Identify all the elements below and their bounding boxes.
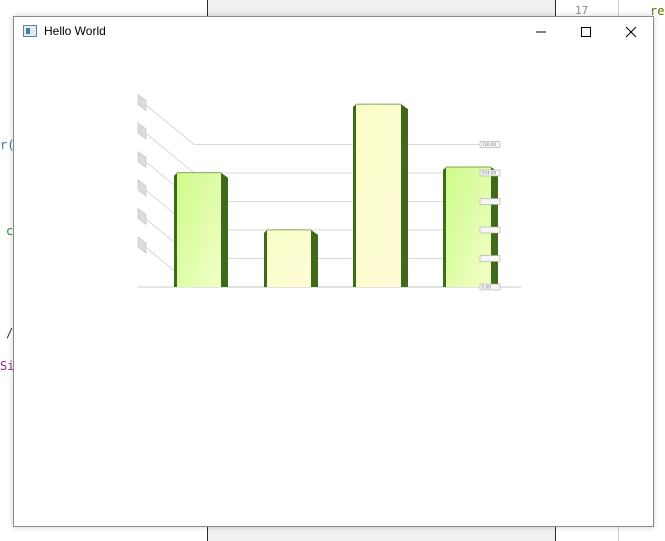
minimize-icon — [536, 31, 546, 33]
bar-side — [221, 172, 228, 287]
minimize-button[interactable] — [518, 17, 564, 47]
axis-label-plate — [137, 207, 147, 226]
tick-label-box — [479, 255, 501, 262]
close-button[interactable] — [608, 17, 654, 47]
bar-left-edge — [174, 172, 177, 287]
bar-front — [267, 229, 311, 287]
axis-label-plate — [137, 122, 147, 140]
bar-left-edge — [264, 229, 267, 287]
axis-label-plate — [137, 236, 147, 254]
bar-left-edge — [443, 167, 446, 287]
maximize-icon — [581, 27, 591, 37]
title-bar[interactable]: Hello World — [14, 17, 653, 47]
bar-side — [401, 104, 408, 287]
bar-chart-3d: 0.00 574.00 720.00 — [137, 93, 521, 291]
chart-bars — [174, 103, 498, 287]
grid-perspective-line — [142, 130, 195, 174]
maximize-button[interactable] — [563, 17, 609, 47]
bar-left-edge — [353, 104, 356, 287]
axis-label-plate — [137, 179, 147, 197]
axis-label-plate — [137, 93, 147, 112]
close-icon — [625, 26, 637, 38]
tick-label: 0.00 — [482, 285, 491, 290]
app-window: Hello World 0.00 574.00 720.00 — [13, 16, 654, 527]
app-icon[interactable] — [23, 25, 37, 37]
axis-label-plate — [137, 150, 147, 169]
tick-label: 574.00 — [482, 171, 496, 176]
tick-label-box — [479, 198, 501, 205]
window-title: Hello World — [44, 24, 106, 38]
grid-perspective-line — [142, 102, 195, 145]
bar-side — [311, 229, 318, 287]
bar-front — [356, 104, 401, 287]
tick-label-box — [479, 226, 501, 234]
bar-front — [177, 172, 221, 287]
tick-label: 720.00 — [482, 142, 496, 147]
